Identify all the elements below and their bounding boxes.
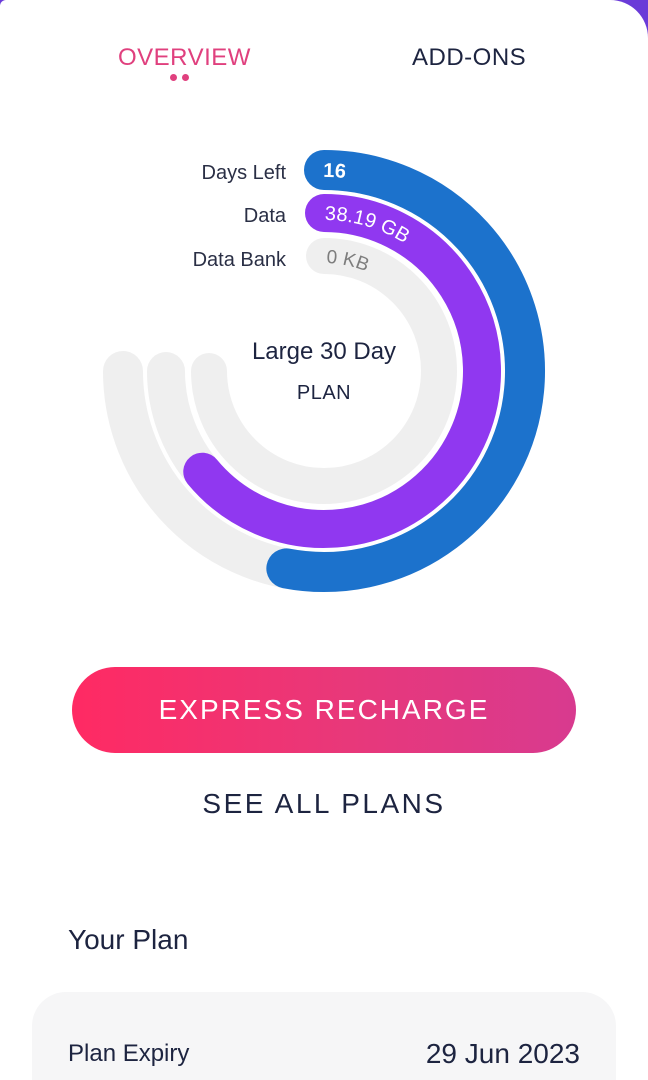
your-plan-card: Plan Expiry 29 Jun 2023 [32, 992, 616, 1080]
plan-name: Large 30 Day [251, 338, 397, 365]
usage-rings-chart: 16 38.19 GB 0 KB Days Left Data Data Ban… [0, 0, 648, 650]
usage-rings-svg: 16 38.19 GB 0 KB [103, 150, 545, 592]
plan-expiry-value: 29 Jun 2023 [425, 1038, 580, 1069]
your-plan-heading: Your Plan [68, 924, 189, 955]
express-recharge-button[interactable]: EXPRESS RECHARGE [72, 667, 576, 753]
data-bank-ring-track [191, 238, 457, 504]
plan-type: PLAN [296, 382, 352, 404]
app-screen: OVERVIEW ADD-ONS 16 38.19 GB 0 KB Days L… [0, 0, 648, 1080]
data-label: Data [243, 205, 286, 227]
plan-expiry-label: Plan Expiry [68, 1040, 190, 1067]
data-bank-label: Data Bank [192, 249, 286, 271]
see-all-plans-link[interactable]: SEE ALL PLANS [0, 788, 648, 820]
days-left-label: Days Left [201, 162, 286, 184]
